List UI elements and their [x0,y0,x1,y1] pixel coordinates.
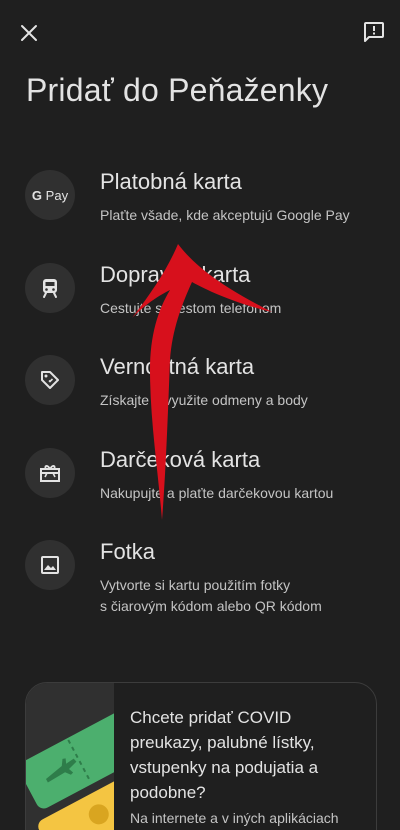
feedback-icon [364,22,384,42]
tag-icon-container [25,355,75,405]
option-title: Vernostná karta [100,354,255,379]
feedback-button[interactable] [360,18,388,46]
option-loyalty-card[interactable]: Vernostná karta Získajte a využite odmen… [0,345,400,438]
option-subtitle-line: s čiarovým kódom alebo QR kódom [100,598,322,614]
option-transit-card[interactable]: Dopravná karta Cestujte s mestom telefón… [0,253,400,346]
promo-subtitle: Na internete a v iných aplikáciach [130,810,339,826]
option-subtitle: Nakupujte a plaťte darčekovou kartou [100,484,334,501]
gpay-icon-container: G Pay [25,170,75,220]
option-photo[interactable]: Fotka Vytvorte si kartu použitím fotky s… [0,530,400,650]
ticket-illustration [26,711,114,830]
photo-icon [41,556,59,574]
train-icon [43,278,57,298]
option-title: Fotka [100,539,156,564]
add-to-wallet-screen: Pridať do Peňaženky G Pay Platobná karta… [0,0,400,830]
top-bar [0,0,400,66]
tag-icon [41,371,59,389]
option-subtitle: Získajte a využite odmeny a body [100,392,308,408]
gift-icon-container [25,447,75,498]
option-title: Dopravná karta [100,261,251,287]
wallet-options-list: G Pay Platobná karta Plaťte všade, kde a… [0,160,400,650]
option-payment-card[interactable]: G Pay Platobná karta Plaťte všade, kde a… [0,160,400,253]
option-subtitle: Cestujte s mestom telefónom [100,299,282,316]
promo-illustration [26,683,114,830]
option-title: Platobná karta [100,169,242,194]
promo-card[interactable]: Chcete pridať COVID preukazy, palubné lí… [25,682,377,830]
option-subtitle: Vytvorte si kartu použitím fotky s čiaro… [100,575,390,617]
gpay-icon-text: Pay [45,187,69,203]
page-title: Pridať do Peňaženky [26,72,329,108]
option-subtitle-line: Vytvorte si kartu použitím fotky [100,577,291,593]
close-button[interactable] [14,18,44,48]
gift-icon [40,464,60,482]
gpay-icon: G Pay [31,187,69,203]
option-title: Darčeková karta [100,446,261,472]
option-subtitle: Plaťte všade, kde akceptujú Google Pay [100,207,350,223]
photo-icon-container [25,540,75,590]
promo-title: Chcete pridať COVID preukazy, palubné lí… [130,708,319,802]
close-icon [21,25,37,41]
option-gift-card[interactable]: Darčeková karta Nakupujte a plaťte darče… [0,438,400,531]
train-icon-container [25,262,75,313]
